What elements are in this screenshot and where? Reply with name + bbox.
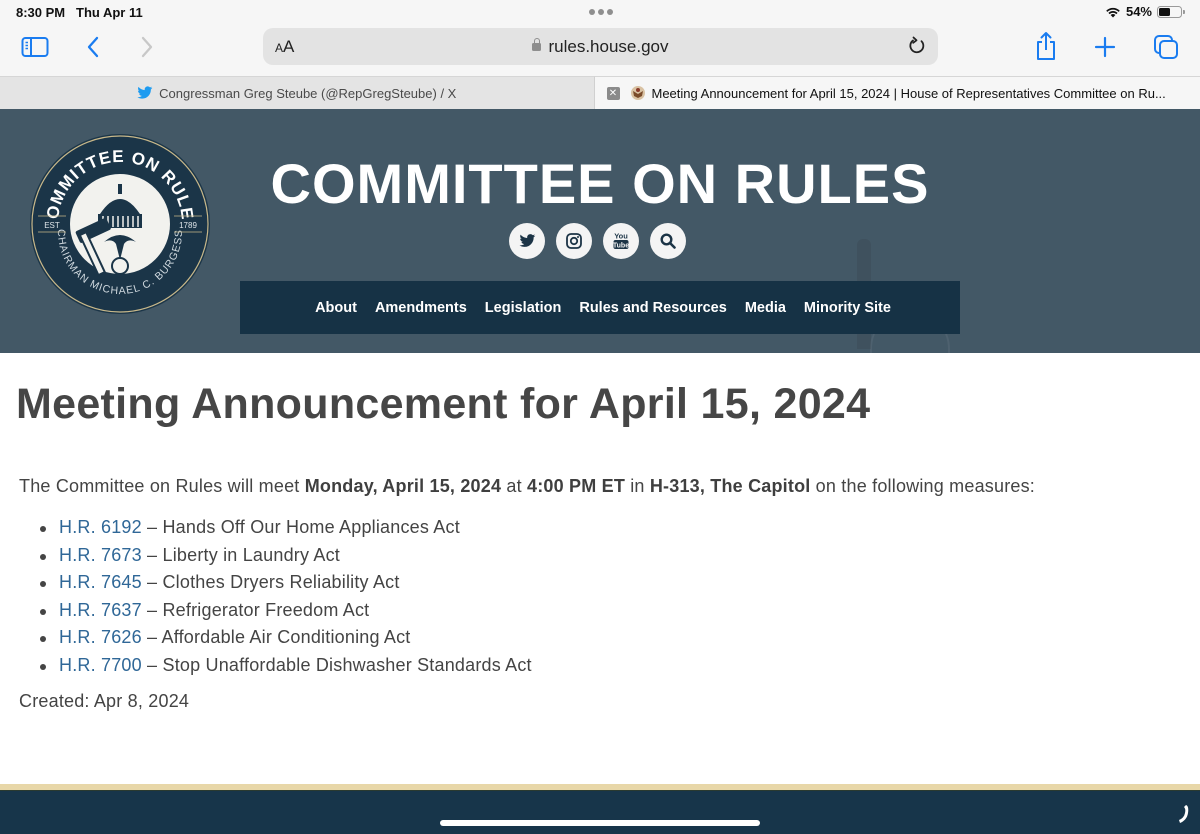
- bill-link[interactable]: H.R. 7637: [59, 600, 142, 620]
- separator: –: [141, 517, 163, 537]
- instagram-icon: [566, 233, 582, 249]
- wifi-icon: [1106, 7, 1120, 17]
- url-display[interactable]: rules.house.gov: [263, 37, 938, 57]
- sidebar-icon[interactable]: [21, 36, 49, 58]
- search-button[interactable]: [650, 223, 686, 259]
- bill-link[interactable]: H.R. 6192: [59, 517, 142, 537]
- status-indicators: 54%: [1105, 4, 1185, 19]
- svg-text:Tube: Tube: [613, 243, 629, 250]
- multitasking-dots-icon[interactable]: [589, 9, 613, 15]
- measure-item: H.R. 7626 – Affordable Air Conditioning …: [40, 624, 532, 652]
- intro-text: at: [501, 476, 527, 496]
- site-header: COMMITTEE ON RULES CHAIRMAN MICHAEL C. B…: [0, 109, 1200, 353]
- twitter-link[interactable]: [509, 223, 545, 259]
- measure-item: H.R. 7673 – Liberty in Laundry Act: [40, 542, 532, 570]
- house-seal-icon: [630, 86, 645, 100]
- svg-text:You: You: [614, 232, 628, 241]
- instagram-link[interactable]: [556, 223, 592, 259]
- site-title[interactable]: COMMITTEE ON RULES: [0, 151, 1200, 216]
- tab-twitter[interactable]: Congressman Greg Steube (@RepGregSteube)…: [0, 76, 595, 109]
- bill-name: Clothes Dryers Reliability Act: [162, 572, 400, 593]
- battery-percent: 54%: [1125, 4, 1152, 19]
- measure-item: H.R. 6192 – Hands Off Our Home Appliance…: [40, 514, 532, 542]
- lock-icon: [532, 38, 542, 51]
- site-footer: [0, 790, 1200, 834]
- battery-icon: [1157, 5, 1185, 18]
- intro-text: on the following measures:: [810, 476, 1036, 496]
- meeting-location: H-313, The Capitol: [649, 476, 811, 496]
- bill-link[interactable]: H.R. 7673: [59, 545, 142, 565]
- meeting-date: Monday, April 15, 2024: [304, 476, 502, 496]
- search-icon: [660, 233, 676, 249]
- share-icon[interactable]: [1035, 30, 1057, 62]
- bill-name: Refrigerator Freedom Act: [162, 599, 370, 620]
- nav-amendments[interactable]: Amendments: [375, 300, 467, 316]
- twitter-icon: [137, 86, 153, 99]
- nav-media[interactable]: Media: [745, 300, 786, 316]
- intro-text: The Committee on Rules will meet: [19, 476, 305, 496]
- reload-icon[interactable]: [906, 35, 928, 57]
- meeting-intro: The Committee on Rules will meet Monday,…: [19, 476, 1035, 497]
- main-navigation: About Amendments Legislation Rules and R…: [240, 281, 960, 334]
- bill-link[interactable]: H.R. 7700: [59, 655, 142, 675]
- browser-toolbar: AA rules.house.gov: [0, 24, 1200, 76]
- youtube-link[interactable]: You Tube: [603, 223, 639, 259]
- separator: –: [141, 627, 162, 648]
- tab-bar: Congressman Greg Steube (@RepGregSteube)…: [0, 76, 1200, 109]
- bill-name: Affordable Air Conditioning Act: [161, 627, 411, 648]
- measure-item: H.R. 7700 – Stop Unaffordable Dishwasher…: [40, 652, 532, 680]
- nav-rules-and-resources[interactable]: Rules and Resources: [579, 300, 726, 316]
- twitter-icon: [519, 234, 535, 247]
- phone-icon[interactable]: [1176, 803, 1190, 825]
- bill-name: Hands Off Our Home Appliances Act: [162, 517, 460, 537]
- separator: –: [141, 572, 163, 593]
- close-tab-icon[interactable]: ✕: [606, 86, 620, 100]
- forward-icon[interactable]: [138, 35, 156, 59]
- separator: –: [141, 599, 163, 620]
- tab-title: Meeting Announcement for April 15, 2024 …: [651, 85, 1166, 101]
- new-tab-icon[interactable]: [1094, 36, 1116, 58]
- page-title: Meeting Announcement for April 15, 2024: [16, 380, 871, 428]
- separator: –: [141, 654, 163, 675]
- clock: 8:30 PM: [16, 5, 66, 20]
- bill-link[interactable]: H.R. 7645: [59, 572, 142, 592]
- youtube-icon: You Tube: [613, 232, 629, 250]
- tab-title: Congressman Greg Steube (@RepGregSteube)…: [159, 85, 457, 101]
- created-date: Created: Apr 8, 2024: [19, 691, 190, 711]
- bill-name: Liberty in Laundry Act: [162, 544, 340, 565]
- date: Thu Apr 11: [76, 5, 143, 20]
- site-title-text: COMMITTEE ON RULES: [270, 152, 930, 215]
- back-icon[interactable]: [84, 35, 102, 59]
- url-text: rules.house.gov: [548, 37, 669, 56]
- measures-list: H.R. 6192 – Hands Off Our Home Appliance…: [40, 514, 532, 680]
- nav-minority-site[interactable]: Minority Site: [804, 300, 891, 316]
- address-bar[interactable]: AA rules.house.gov: [263, 28, 938, 65]
- nav-about[interactable]: About: [315, 300, 357, 316]
- tabs-overview-icon[interactable]: [1153, 34, 1179, 60]
- logo-est: EST: [44, 221, 60, 230]
- meeting-time: 4:00 PM ET: [527, 476, 626, 496]
- bill-link[interactable]: H.R. 7626: [59, 627, 142, 647]
- status-bar: 8:30 PM Thu Apr 11 54%: [0, 0, 1200, 24]
- measure-item: H.R. 7637 – Refrigerator Freedom Act: [40, 597, 532, 625]
- social-links: You Tube: [509, 223, 686, 259]
- logo-year: 1789: [179, 221, 197, 230]
- measure-item: H.R. 7645 – Clothes Dryers Reliability A…: [40, 569, 532, 597]
- tab-meeting-announcement[interactable]: ✕ Meeting Announcement for April 15, 202…: [594, 76, 1200, 109]
- bill-name: Stop Unaffordable Dishwasher Standards A…: [162, 654, 532, 675]
- home-indicator[interactable]: [440, 820, 760, 826]
- separator: –: [141, 544, 163, 565]
- intro-text: in: [625, 476, 650, 496]
- nav-legislation[interactable]: Legislation: [485, 300, 562, 316]
